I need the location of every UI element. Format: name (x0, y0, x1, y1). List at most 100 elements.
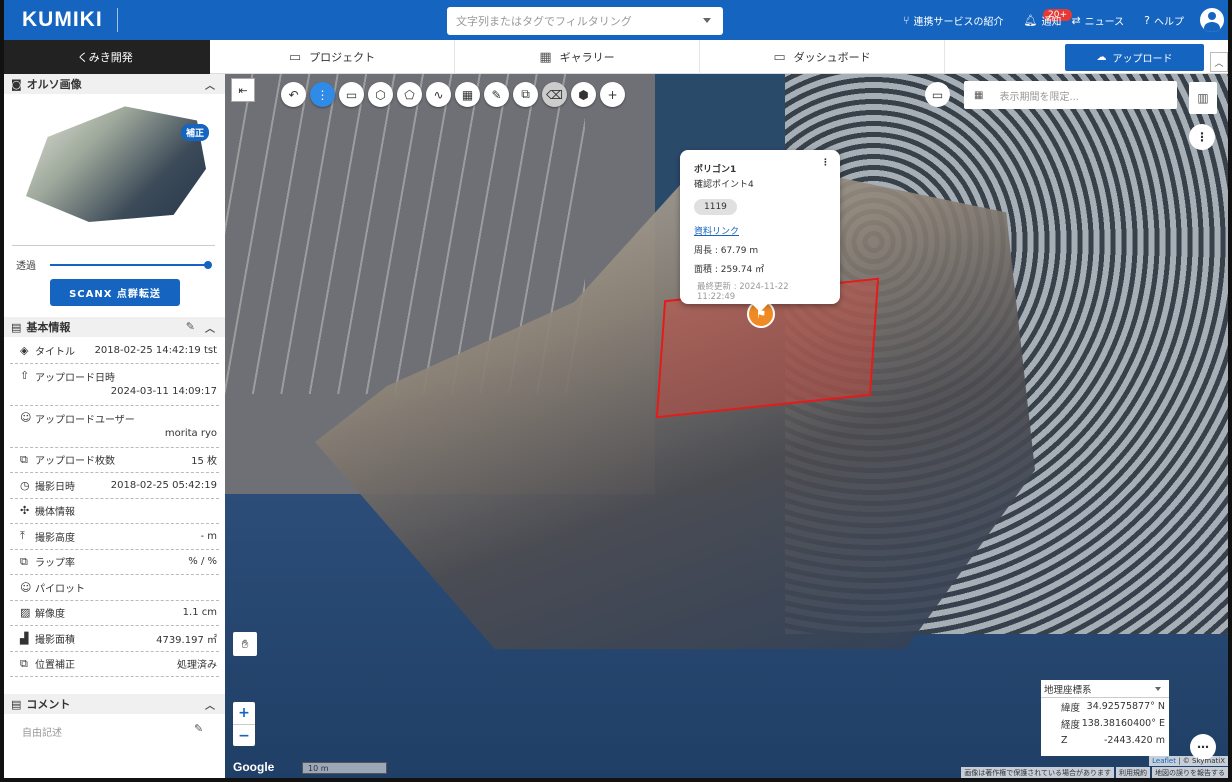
transparency-slider[interactable] (50, 260, 212, 269)
resolution-icon: ▨ (20, 606, 31, 620)
coord-row-z: Z -2443.420 m (1041, 732, 1169, 749)
map-layers-icon[interactable]: ▥ (1189, 82, 1217, 114)
info-label: 位置補正 (35, 660, 75, 672)
date-range-input[interactable]: ▦ 表示期間を限定... (964, 81, 1177, 109)
collapse-header-button[interactable]: ︿ (1210, 52, 1228, 72)
info-value: 2018-02-25 14:42:19 tst (94, 344, 217, 356)
info-label: 解像度 (35, 609, 65, 621)
coord-value: 138.38160400° E (1081, 718, 1165, 729)
coordinate-system-select[interactable]: 地理座標系 (1041, 680, 1169, 698)
help-icon: ? (1144, 13, 1150, 27)
info-label: アップロード枚数 (35, 456, 115, 468)
chevron-up-icon[interactable]: ︿ (205, 697, 215, 712)
edit-icon[interactable]: ✎ (484, 82, 509, 107)
news-link[interactable]: ⇄ ニュース (1071, 13, 1124, 28)
map-view[interactable]: ⚑ ⇤ ↶ ⋮ ▭ ⬡ ⬠ ∿ ▦ ✎ ⧉ ⌫ ⬢ + ▭ ▦ 表示期間を限定.… (225, 74, 1228, 778)
chevron-up-icon[interactable]: ︿ (205, 77, 215, 92)
slider-handle[interactable] (204, 260, 212, 269)
tag-filter-input[interactable]: 文字列またはタグでフィルタリング (447, 7, 723, 35)
integration-link[interactable]: ⑂ 連携サービスの紹介 (903, 13, 1004, 28)
info-value: 2018-02-25 05:42:19 (110, 479, 217, 491)
more-vertical-icon[interactable]: ⋮ (1189, 124, 1215, 150)
grid-icon: ▦ (539, 49, 552, 65)
coord-label: 緯度 (1061, 702, 1081, 714)
upload-label: アップロード (1112, 54, 1173, 65)
polygon-icon[interactable]: ⬡ (368, 82, 393, 107)
info-label: 撮影高度 (35, 532, 75, 544)
monitor-icon: ▭ (773, 49, 786, 65)
more-vertical-icon[interactable]: ⋮ (310, 82, 335, 107)
upload-button[interactable]: ☁ アップロード (1065, 44, 1204, 71)
info-label: 撮影面積 (35, 634, 75, 646)
scale-bar: 10 m (302, 762, 387, 774)
zoom-control: + − (233, 702, 255, 746)
eraser-icon[interactable]: ⌫ (542, 82, 567, 107)
correction-badge: 補正 (181, 124, 210, 141)
ruler-icon[interactable]: ▭ (339, 82, 364, 107)
comment-section-header[interactable]: ▤ コメント ︿ (4, 694, 225, 714)
ortho-thumbnail-area: 補正 (4, 94, 225, 254)
chevron-up-icon[interactable]: ︿ (205, 320, 215, 335)
integration-label: 連携サービスの紹介 (913, 16, 1004, 28)
collapse-sidebar-button[interactable]: ⇤ (231, 78, 255, 102)
top-header: KUMIKI 文字列またはタグでフィルタリング 20+ ⑂ 連携サービスの紹介 🔔… (0, 0, 1232, 40)
more-vertical-icon[interactable]: ⋮ (821, 158, 830, 168)
line-chart-icon[interactable]: ∿ (426, 82, 451, 107)
report-error-link[interactable]: 地図の誤りを報告する (1152, 767, 1228, 778)
pentagon-icon[interactable]: ⬠ (397, 82, 422, 107)
copyright-notice: 画像は著作権で保護されている場合があります (961, 767, 1114, 778)
ortho-section-header[interactable]: ◙ オルソ画像 ︿ (4, 74, 225, 94)
hand-icon[interactable]: ✋︎ (233, 632, 257, 656)
area-icon: ▟ (20, 631, 29, 645)
popup-updated: 最終更新 : 2024-11-22 11:22:49 (697, 282, 789, 302)
copy-icon[interactable]: ⧉ (513, 82, 538, 107)
chevron-down-icon (703, 18, 711, 23)
info-row-pilot: ☺ パイロット (10, 575, 219, 601)
popup-chip[interactable]: 1119 (694, 199, 737, 215)
undo-icon[interactable]: ↶ (281, 82, 306, 107)
tab-projects[interactable]: ▭ プロジェクト (210, 40, 455, 74)
info-row-altitude: ⤒ 撮影高度 - m (10, 524, 219, 550)
help-link[interactable]: ? ヘルプ (1144, 13, 1184, 28)
map-attribution: Leaflet | © SkymatiX (1149, 756, 1228, 766)
correction-icon: ⧉ (20, 656, 28, 670)
info-value: 4739.197 ㎡ (156, 634, 217, 646)
info-value: morita ryo (164, 427, 217, 439)
info-label: ラップ率 (35, 558, 75, 570)
app-logo[interactable]: KUMIKI (22, 8, 103, 32)
tab-dashboard[interactable]: ▭ ダッシュボード (700, 40, 945, 74)
collapse-left-icon: ⇤ (238, 83, 248, 97)
tab-gallery[interactable]: ▦ ギャラリー (455, 40, 700, 74)
info-label: アップロード日時 (35, 372, 115, 384)
leaflet-link[interactable]: Leaflet (1152, 757, 1176, 765)
coordinate-system-label: 地理座標系 (1044, 684, 1092, 696)
info-row-upload-date: ⇧ アップロード日時 2024-03-11 14:09:17 (10, 364, 219, 406)
calculator-icon[interactable]: ▦ (455, 82, 480, 107)
notification-link[interactable]: 🔔︎ 通知 (1023, 13, 1061, 28)
coord-row-lat: 緯度 34.92575877° N (1041, 698, 1169, 715)
cube-icon[interactable]: ⬢ (571, 82, 596, 107)
basic-info-header[interactable]: ▤ 基本情報 ✎ ︿ (4, 317, 225, 337)
layers-icon: ◈ (20, 343, 29, 357)
comment-placeholder[interactable]: 自由記述 (22, 724, 62, 739)
pencil-icon[interactable]: ✎ (194, 722, 203, 735)
pencil-icon[interactable]: ✎ (186, 320, 195, 333)
zoom-out-button[interactable]: − (233, 724, 255, 746)
ortho-thumbnail[interactable] (26, 106, 206, 222)
details-sidebar: ◙ オルソ画像 ︿ 補正 透過 SCANX 点群転送 ▤ 基本情報 ✎ ︿ ◈ タ… (4, 74, 225, 778)
document-link[interactable]: 資料リンク (694, 224, 826, 237)
info-row-shot-date: ◷ 撮影日時 2018-02-25 05:42:19 (10, 473, 219, 499)
workspace-home[interactable]: くみき開発 (0, 40, 210, 74)
avatar[interactable] (1200, 8, 1224, 32)
zoom-in-button[interactable]: + (233, 702, 255, 724)
popup-perimeter: 周長 : 67.79 m (694, 246, 759, 256)
terms-link[interactable]: 利用規約 (1116, 767, 1150, 778)
monitor-icon[interactable]: ▭ (925, 82, 950, 107)
clock-icon: ◷ (20, 478, 30, 492)
notification-label: 通知 (1041, 16, 1062, 28)
comment-section-title: コメント (26, 698, 71, 711)
scanx-transfer-button[interactable]: SCANX 点群転送 (50, 279, 180, 306)
info-value: 15 枚 (191, 456, 217, 468)
plus-icon[interactable]: + (600, 82, 625, 107)
popup-tail (752, 304, 768, 312)
